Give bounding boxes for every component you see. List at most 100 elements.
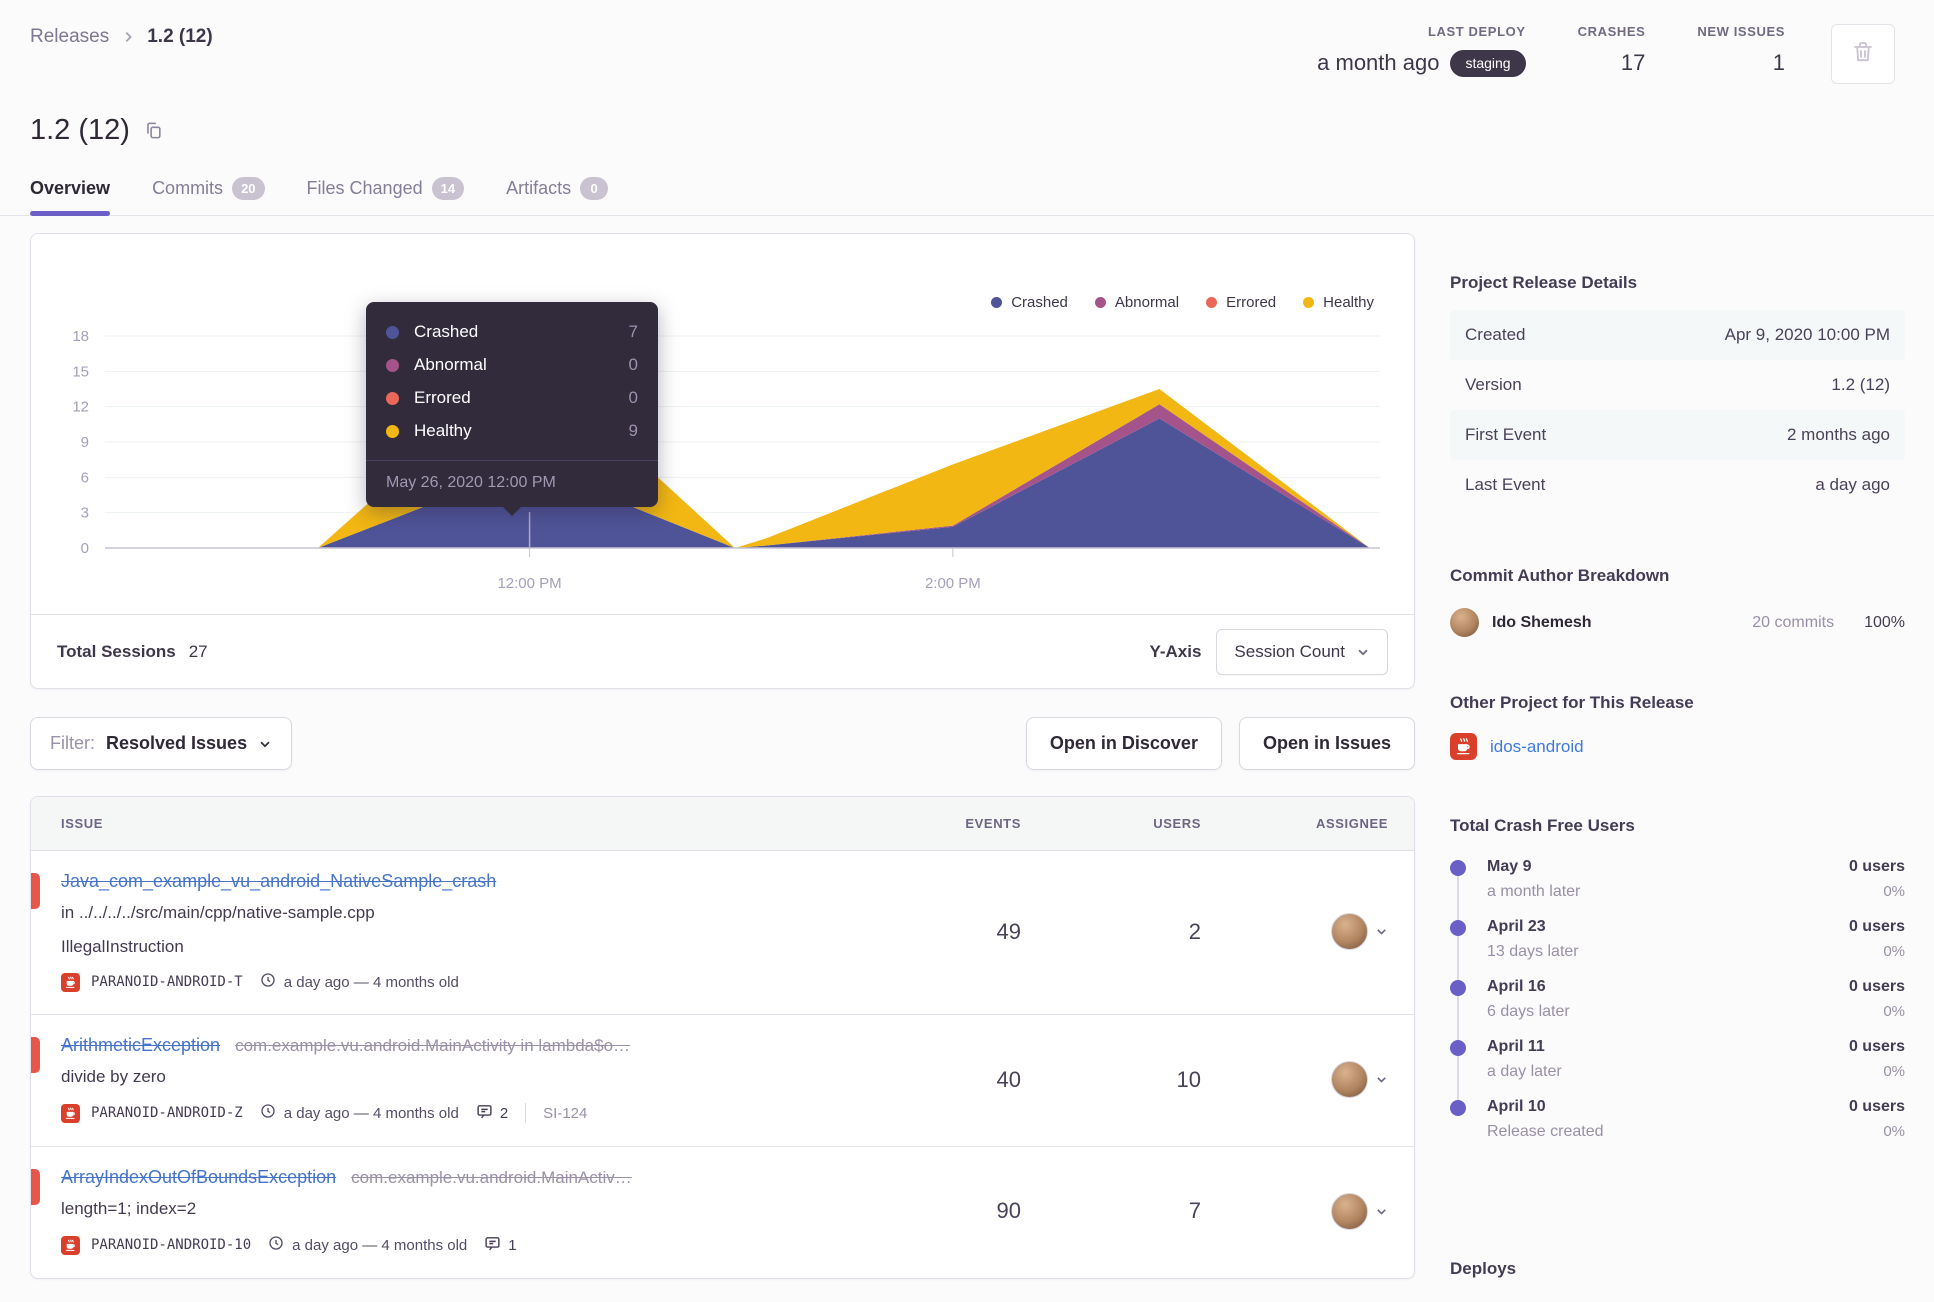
stat-last-deploy-value: a month ago <box>1317 50 1440 76</box>
release-details-table: Created Apr 9, 2020 10:00 PM Version 1.2… <box>1450 310 1905 510</box>
issue-comments[interactable]: 2 <box>476 1103 508 1124</box>
avatar[interactable] <box>1331 1192 1368 1230</box>
tooltip-row-crashed: Crashed 7 <box>386 322 638 342</box>
timeline-item: April 11 a day later 0 users 0% <box>1450 1038 1905 1081</box>
commit-author-row: Ido Shemesh 20 commits 100% <box>1450 608 1905 637</box>
healthy-dot-icon <box>1303 297 1315 308</box>
filter-label: Filter: <box>50 733 95 753</box>
svg-text:3: 3 <box>81 505 89 522</box>
timeline-item: April 10 Release created 0 users 0% <box>1450 1098 1905 1141</box>
header-issue: ISSUE <box>61 816 104 831</box>
page-title: 1.2 (12) <box>30 114 130 146</box>
issue-title-link[interactable]: ArrayIndexOutOfBoundsException <box>61 1167 336 1188</box>
avatar[interactable] <box>1331 913 1368 951</box>
issue-summary: ArrayIndexOutOfBoundsException com.examp… <box>61 1167 891 1256</box>
issue-age: a day ago — 4 months old <box>260 972 459 992</box>
abnormal-dot-icon <box>386 358 399 372</box>
clock-icon <box>268 1235 284 1255</box>
tooltip-crashed-label: Crashed <box>414 322 479 341</box>
tab-files-changed[interactable]: Files Changed 14 <box>307 177 465 215</box>
issue-culprit: com.example.vu.android.MainActiv… <box>351 1167 632 1187</box>
open-in-discover-button[interactable]: Open in Discover <box>1025 717 1222 770</box>
issue-row[interactable]: ArrayIndexOutOfBoundsException com.examp… <box>31 1147 1414 1278</box>
timeline-date: May 9 <box>1487 858 1532 875</box>
total-sessions-value: 27 <box>188 641 208 661</box>
legend-item-errored[interactable]: Errored <box>1206 294 1276 311</box>
total-sessions-label: Total Sessions <box>57 641 176 661</box>
stat-crashes-label: CRASHES <box>1577 24 1646 39</box>
created-value: Apr 9, 2020 10:00 PM <box>1724 325 1890 344</box>
tab-overview[interactable]: Overview <box>30 177 111 216</box>
issue-title-link[interactable]: Java_com_example_vu_android_NativeSample… <box>61 871 496 892</box>
issue-row[interactable]: Java_com_example_vu_android_NativeSample… <box>31 851 1414 1016</box>
issues-toolbar: Filter: Resolved Issues Open in Discover… <box>30 717 1415 770</box>
chevron-down-icon <box>1375 1205 1388 1218</box>
issue-message: length=1; index=2 <box>61 1198 197 1218</box>
y-axis-select[interactable]: Session Count <box>1216 628 1388 675</box>
issue-title-link[interactable]: ArithmeticException <box>61 1035 220 1056</box>
open-in-issues-button[interactable]: Open in Issues <box>1238 717 1415 770</box>
chart-tooltip: Crashed 7 Abnormal 0 Errored 0 Healthy 9… <box>366 302 658 516</box>
tooltip-errored-value: 0 <box>628 388 638 407</box>
project-slug[interactable]: PARANOID-ANDROID-Z <box>91 1105 243 1121</box>
legend-item-crashed[interactable]: Crashed <box>991 294 1068 311</box>
assignee-selector[interactable] <box>1256 913 1388 951</box>
timeline-item: May 9 a month later 0 users 0% <box>1450 858 1905 901</box>
project-slug[interactable]: PARANOID-ANDROID-10 <box>91 1237 251 1253</box>
header-users: USERS <box>1153 816 1201 831</box>
tooltip-row-abnormal: Abnormal 0 <box>386 355 638 375</box>
issue-users-count: 2 <box>1188 918 1201 944</box>
breadcrumb-releases-link[interactable]: Releases <box>30 26 109 48</box>
timeline-item: April 23 13 days later 0 users 0% <box>1450 918 1905 961</box>
java-project-icon <box>61 972 80 992</box>
tooltip-row-errored: Errored 0 <box>386 388 638 408</box>
header-events: EVENTS <box>965 816 1021 831</box>
svg-text:0: 0 <box>81 540 89 557</box>
tooltip-healthy-label: Healthy <box>414 421 472 440</box>
other-project-link[interactable]: idos-android <box>1490 737 1584 757</box>
healthy-dot-icon <box>386 424 399 438</box>
avatar[interactable] <box>1331 1061 1368 1099</box>
timeline-dot-icon <box>1450 1040 1466 1056</box>
y-axis-selected-value: Session Count <box>1234 641 1345 661</box>
issue-location: in ../../../../src/main/cpp/native-sampl… <box>61 903 375 922</box>
timeline-date: April 10 <box>1487 1098 1546 1115</box>
project-slug[interactable]: PARANOID-ANDROID-T <box>91 974 243 990</box>
release-title-row: 1.2 (12) <box>0 114 1934 147</box>
svg-text:2:00 PM: 2:00 PM <box>925 575 981 592</box>
crashed-dot-icon <box>991 297 1003 308</box>
issue-comments[interactable]: 1 <box>484 1235 517 1256</box>
chevron-down-icon <box>1356 645 1370 659</box>
filter-selected-value: Resolved Issues <box>106 733 248 753</box>
issue-events-count: 49 <box>996 918 1021 944</box>
resolved-marker <box>31 1037 40 1074</box>
delete-release-button[interactable] <box>1831 24 1895 84</box>
comment-count: 1 <box>508 1236 517 1254</box>
timeline-users: 0 users <box>1848 978 1905 995</box>
commit-author-breakdown-heading: Commit Author Breakdown <box>1450 566 1670 585</box>
legend-item-abnormal[interactable]: Abnormal <box>1094 294 1179 311</box>
issue-message: divide by zero <box>61 1067 166 1087</box>
legend-item-healthy[interactable]: Healthy <box>1303 294 1374 311</box>
issue-row[interactable]: ArithmeticException com.example.vu.andro… <box>31 1015 1414 1147</box>
issue-message: IllegalInstruction <box>61 936 184 956</box>
assignee-selector[interactable] <box>1256 1192 1388 1230</box>
sessions-chart[interactable]: 0 3 6 9 12 15 18 12:00 PM 2:00 PM Crashed Abnorm… <box>31 234 1414 614</box>
issue-culprit: com.example.vu.android.MainActivity in l… <box>235 1036 631 1056</box>
legend-crashed-label: Crashed <box>1011 294 1068 311</box>
issues-filter-select[interactable]: Filter: Resolved Issues <box>30 717 293 770</box>
java-project-icon <box>61 1103 80 1123</box>
tooltip-abnormal-label: Abnormal <box>414 355 487 374</box>
issues-table-header: ISSUE EVENTS USERS ASSIGNEE <box>31 797 1414 851</box>
author-commit-count: 20 commits <box>1752 613 1835 631</box>
copy-icon[interactable] <box>144 121 163 140</box>
breadcrumb: Releases 1.2 (12) <box>30 24 213 48</box>
top-bar: Releases 1.2 (12) LAST DEPLOY a month ag… <box>0 0 1934 84</box>
assignee-selector[interactable] <box>1256 1061 1388 1099</box>
tab-commits[interactable]: Commits 20 <box>152 177 265 215</box>
issue-users-count: 7 <box>1188 1198 1201 1224</box>
stat-crashes-value: 17 <box>1620 50 1646 75</box>
tooltip-abnormal-value: 0 <box>628 355 638 374</box>
clock-icon <box>260 972 276 992</box>
tab-artifacts[interactable]: Artifacts 0 <box>506 177 609 215</box>
